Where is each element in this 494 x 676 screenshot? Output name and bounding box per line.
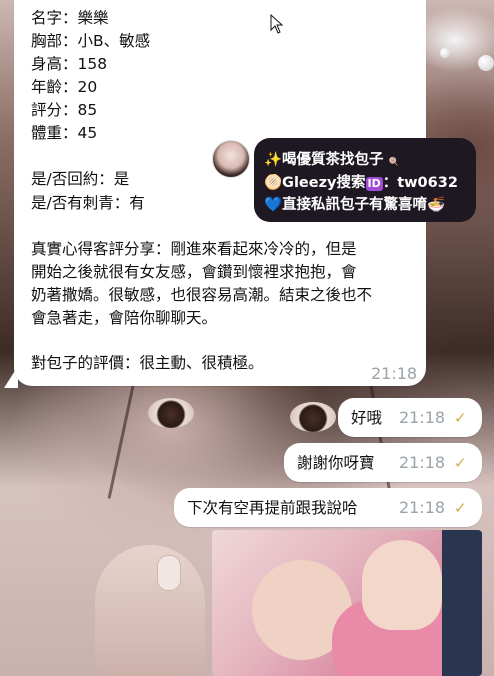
read-check-icon: ✓ (454, 409, 467, 427)
message-line: 會急著走，會陪你聊聊天。 (31, 309, 218, 327)
message-line: 奶著撒嬌。很敏感，也很容易高潮。結束之後也不 (31, 286, 373, 304)
outgoing-message-text: 謝謝你呀寶 (297, 454, 375, 472)
message-timestamp: 21:18 (371, 364, 418, 383)
message-line: 年齡：20 (31, 78, 98, 96)
decor-bubble (440, 48, 450, 58)
message-line: 是/否回約：是 (31, 170, 130, 188)
outgoing-message-bubble[interactable]: 謝謝你呀寶 21:18 ✓ (284, 443, 482, 482)
promo-line-2-prefix: 🫓Gleezy搜索 (264, 175, 366, 191)
id-badge: ID (365, 177, 383, 191)
outgoing-timestamp: 21:18 (399, 498, 446, 517)
promo-line-3: 💙直接私訊包子有驚喜唷🍜 (264, 197, 446, 213)
sticker-edge (442, 530, 482, 676)
message-line: 身高：158 (31, 55, 108, 73)
ad-avatar[interactable] (212, 140, 250, 178)
photo-nail (157, 555, 181, 591)
promo-tag-icon: 🍭 (388, 157, 399, 166)
promo-line-2: 🫓Gleezy搜索 ID ：tw0632 (264, 171, 458, 192)
outgoing-message-text: 下次有空再提前跟我說哈 (187, 499, 358, 517)
mouse-cursor-icon (270, 14, 284, 34)
message-line: 是/否有刺青：有 (31, 194, 145, 212)
read-check-icon: ✓ (454, 454, 467, 472)
message-line: 真實心得客評分享：剛進來看起來冷冷的，但是 (31, 240, 357, 258)
promo-line-1: ✨喝優質茶找包子 🍭 (264, 148, 399, 169)
message-line: 對包子的評價：很主動、很積極。 (31, 354, 264, 372)
promo-line-1-text: ✨喝優質茶找包子 (264, 152, 384, 168)
decor-bubble (478, 55, 494, 71)
outgoing-message-bubble[interactable]: 下次有空再提前跟我說哈 21:18 ✓ (174, 488, 482, 527)
read-check-icon: ✓ (454, 499, 467, 517)
outgoing-timestamp: 21:18 (399, 453, 446, 472)
photo-hair (107, 380, 136, 500)
sticker-image[interactable] (212, 530, 482, 676)
sticker-hand (362, 540, 442, 630)
outgoing-message-text: 好哦 (351, 409, 383, 427)
promo-line-2-suffix: ：tw0632 (382, 175, 458, 191)
message-line: 胸部：小B、敏感 (31, 32, 151, 50)
photo-hand (95, 545, 205, 676)
photo-eye-right (290, 402, 336, 432)
message-line: 名字：樂樂 (31, 9, 109, 27)
promo-overlay-card[interactable]: ✨喝優質茶找包子 🍭 🫓Gleezy搜索 ID ：tw0632 💙直接私訊包子有驚喜… (254, 138, 476, 222)
outgoing-timestamp: 21:18 (399, 408, 446, 427)
message-line: 評分：85 (31, 101, 98, 119)
message-line: 開始之後就很有女友感，會鑽到懷裡求抱抱，會 (31, 263, 357, 281)
photo-eye-left (148, 398, 194, 428)
outgoing-message-bubble[interactable]: 好哦 21:18 ✓ (338, 398, 482, 437)
message-line: 體重：45 (31, 124, 98, 142)
